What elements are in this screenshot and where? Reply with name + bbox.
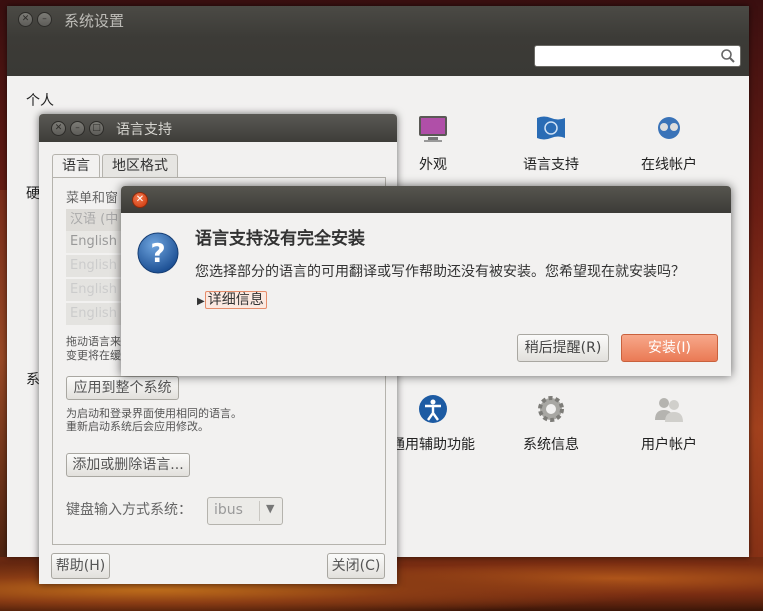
accessibility-icon — [419, 395, 447, 423]
dialog-message: 您选择部分的语言的可用翻译或写作帮助还没有被安装。您希望现在就安装吗？ — [195, 264, 685, 280]
keyboard-input-select[interactable]: ibus ▼ — [207, 497, 283, 525]
drag-hint-text: 拖动语言来 — [66, 335, 121, 348]
combo-divider — [259, 501, 260, 521]
keyboard-input-label: 键盘输入方式系统： — [66, 502, 192, 518]
search-icon — [721, 49, 735, 63]
tab-language[interactable]: 语言 — [52, 154, 100, 178]
online-accounts-icon — [658, 117, 680, 139]
search-input[interactable] — [534, 45, 741, 67]
settings-item-label: 系统信息 — [523, 437, 579, 453]
settings-item-label: 语言支持 — [523, 157, 579, 173]
monitor-icon — [419, 116, 447, 142]
help-button[interactable]: 帮助(H) — [51, 553, 110, 579]
list-item[interactable]: English — [66, 255, 126, 277]
system-settings-titlebar: ✕ – 系统设置 — [7, 6, 749, 76]
list-item[interactable]: 汉语 (中 — [66, 209, 126, 231]
tab-regional-formats[interactable]: 地区格式 — [102, 154, 178, 178]
drag-hint-text: 变更将在缓 — [66, 349, 121, 362]
details-expander[interactable]: ▶ 详细信息 — [197, 289, 267, 309]
menu-language-label: 菜单和窗 — [66, 191, 119, 206]
settings-item-label: 在线帐户 — [641, 157, 697, 173]
section-hardware: 硬 — [26, 186, 40, 202]
question-icon: ? — [137, 232, 179, 274]
close-icon[interactable]: ✕ — [51, 121, 66, 136]
triangle-right-icon: ▶ — [197, 296, 205, 307]
section-personal: 个人 — [26, 93, 54, 109]
minimize-icon[interactable]: – — [37, 12, 52, 27]
chevron-down-icon: ▼ — [266, 502, 275, 515]
close-icon[interactable]: ✕ — [132, 192, 148, 208]
window-title: 系统设置 — [64, 12, 125, 30]
window-title: 语言支持 — [116, 122, 172, 138]
gear-icon — [538, 396, 564, 422]
svg-text:?: ? — [150, 239, 165, 269]
maximize-icon[interactable]: □ — [89, 121, 104, 136]
details-label: 详细信息 — [204, 291, 267, 309]
list-item[interactable]: English — [66, 303, 126, 325]
section-system: 系 — [26, 372, 40, 388]
list-item[interactable]: English — [66, 231, 126, 253]
remind-later-button[interactable]: 稍后提醒(R) — [517, 334, 609, 362]
close-icon[interactable]: ✕ — [18, 12, 33, 27]
incomplete-install-dialog: ✕ ? 语言支持没有完全安装 您选择部分的语言的可用翻译或写作帮助还没有被安装。… — [121, 186, 731, 376]
close-button[interactable]: 关闭(C) — [327, 553, 385, 579]
language-support-titlebar: ✕ – □ 语言支持 — [39, 114, 397, 142]
language-flag-icon — [537, 116, 565, 140]
keyboard-input-value: ibus — [214, 502, 243, 518]
settings-item-online-accounts[interactable]: 在线帐户 — [614, 114, 724, 174]
apply-note: 为启动和登录界面使用相同的语言。 — [66, 407, 242, 420]
dialog-titlebar: ✕ — [121, 186, 731, 213]
add-remove-languages-button[interactable]: 添加或删除语言... — [66, 453, 190, 477]
settings-item-language-support[interactable]: 语言支持 — [496, 114, 606, 174]
list-item[interactable]: English — [66, 279, 126, 301]
dialog-heading: 语言支持没有完全安装 — [195, 229, 365, 249]
apply-note: 重新启动系统后会应用修改。 — [66, 420, 209, 433]
install-button[interactable]: 安装(I) — [621, 334, 718, 362]
settings-item-system-info[interactable]: 系统信息 — [496, 394, 606, 454]
settings-item-user-accounts[interactable]: 用户帐户 — [614, 394, 724, 454]
apply-system-wide-button[interactable]: 应用到整个系统 — [66, 376, 179, 400]
settings-item-label: 用户帐户 — [641, 437, 697, 453]
minimize-icon[interactable]: – — [70, 121, 85, 136]
users-icon — [655, 398, 683, 422]
